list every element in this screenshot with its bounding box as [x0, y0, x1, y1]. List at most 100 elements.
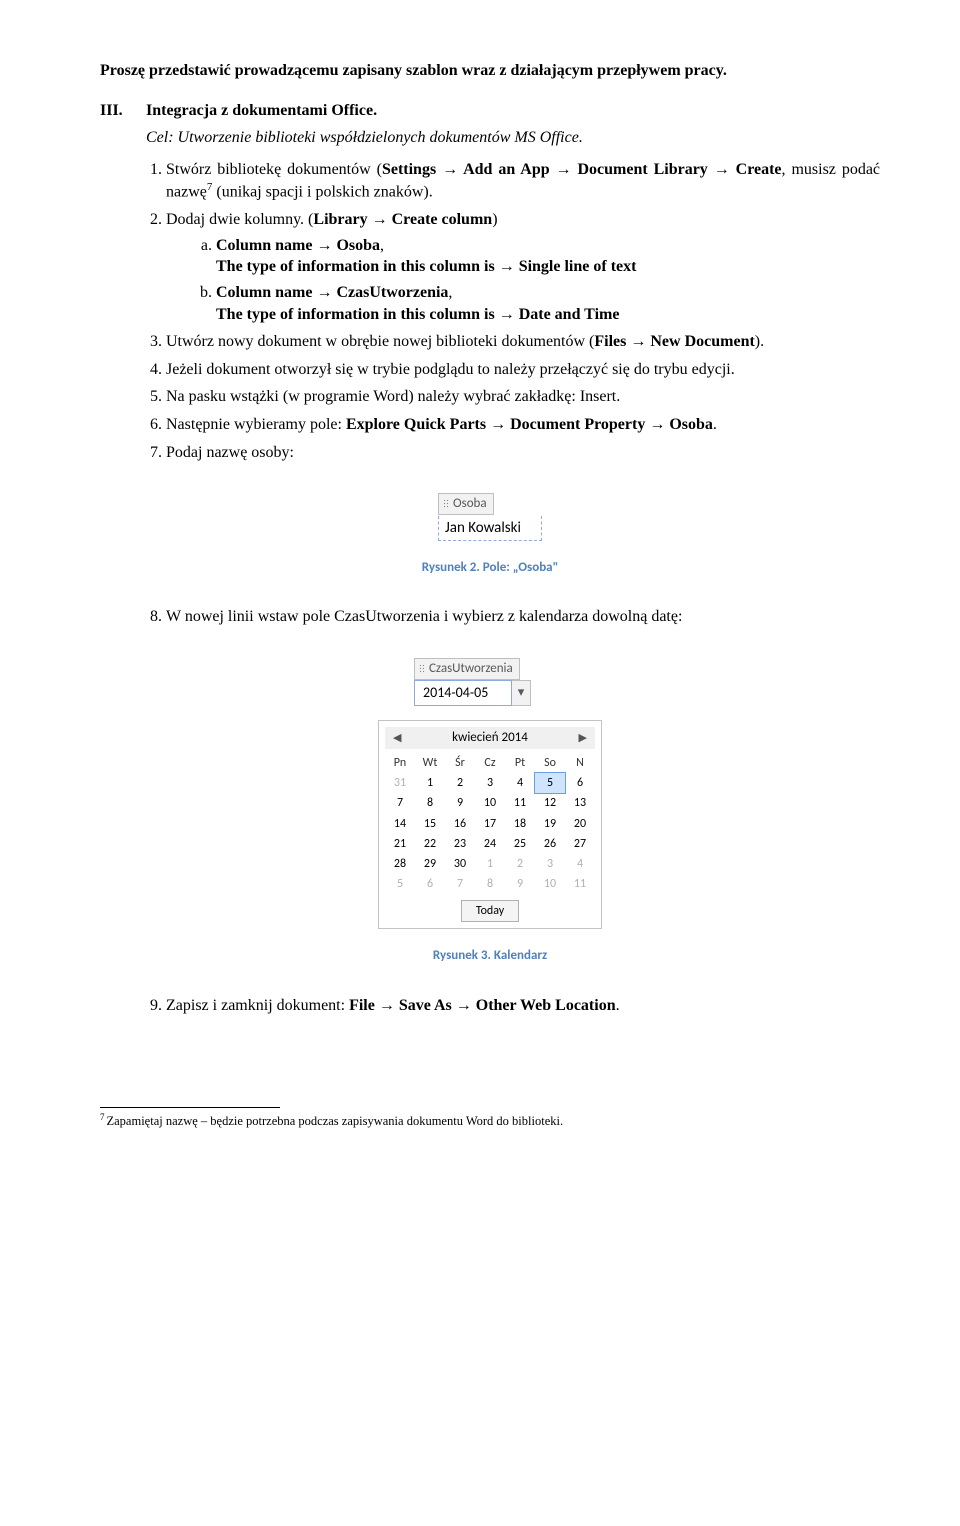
steps-list-cont: W nowej linii wstaw pole CzasUtworzenia … [146, 606, 880, 628]
text: . [616, 997, 620, 1014]
dow: N [565, 753, 595, 773]
calendar-day[interactable]: 8 [475, 874, 505, 894]
steps-list-cont2: Zapisz i zamknij dokument: File → Save A… [146, 995, 880, 1017]
grip-icon [419, 664, 425, 674]
dow: Śr [445, 753, 475, 773]
step-5: Na pasku wstążki (w programie Word) nale… [166, 386, 880, 408]
calendar-day[interactable]: 3 [475, 773, 505, 793]
dow: Cz [475, 753, 505, 773]
text-bold: Settings → Add an App → Document Library… [382, 161, 782, 178]
prev-month-button[interactable]: ◀ [389, 731, 405, 746]
footnote: 7Zapamiętaj nazwę – będzie potrzebna pod… [100, 1112, 880, 1129]
field-tag-label: CzasUtworzenia [429, 660, 513, 678]
calendar-day[interactable]: 24 [475, 834, 505, 854]
calendar-day[interactable]: 11 [505, 793, 535, 813]
calendar-day[interactable]: 4 [505, 773, 535, 793]
text-bold: Library → Create column [313, 211, 492, 228]
text: (unikaj spacji i polskich znaków). [212, 184, 432, 201]
next-month-button[interactable]: ▶ [575, 731, 591, 746]
step-7: Podaj nazwę osoby: [166, 442, 880, 464]
calendar-day[interactable]: 3 [535, 854, 565, 874]
calendar-day[interactable]: 9 [505, 874, 535, 894]
field-tag-osoba: Osoba [438, 493, 494, 515]
text-bold: File → Save As → Other Web Location [349, 997, 616, 1014]
text-bold: The type of information in this column i… [216, 258, 636, 275]
text-bold: Column name → CzasUtworzenia [216, 284, 448, 301]
step-6: Następnie wybieramy pole: Explore Quick … [166, 414, 880, 436]
section-heading: III. Integracja z dokumentami Office. [100, 100, 880, 122]
calendar-day[interactable]: 7 [445, 874, 475, 894]
footnote-text: Zapamiętaj nazwę – będzie potrzebna podc… [107, 1114, 564, 1128]
text: Stwórz bibliotekę dokumentów ( [166, 161, 382, 178]
today-button[interactable]: Today [461, 900, 519, 922]
grip-icon [443, 499, 449, 509]
section-goal: Cel: Utworzenie biblioteki współdzielony… [146, 127, 880, 149]
calendar-day[interactable]: 29 [415, 854, 445, 874]
calendar-day[interactable]: 1 [415, 773, 445, 793]
calendar-day[interactable]: 13 [565, 793, 595, 813]
text: , [448, 284, 452, 301]
calendar-day[interactable]: 1 [475, 854, 505, 874]
calendar-month-label: kwiecień 2014 [452, 729, 528, 747]
calendar-day[interactable]: 2 [445, 773, 475, 793]
calendar-day[interactable]: 17 [475, 814, 505, 834]
calendar-day[interactable]: 18 [505, 814, 535, 834]
calendar-day[interactable]: 31 [385, 773, 415, 793]
calendar-day-selected[interactable]: 5 [535, 773, 565, 793]
calendar-day[interactable]: 12 [535, 793, 565, 813]
field-tag-label: Osoba [453, 495, 487, 513]
figure-caption: Rysunek 2. Pole: „Osoba" [100, 559, 880, 577]
calendar-day[interactable]: 25 [505, 834, 535, 854]
calendar-day[interactable]: 15 [415, 814, 445, 834]
calendar-day[interactable]: 22 [415, 834, 445, 854]
dow: Pn [385, 753, 415, 773]
step-3: Utwórz nowy dokument w obrębie nowej bib… [166, 331, 880, 353]
calendar-day[interactable]: 26 [535, 834, 565, 854]
calendar-day[interactable]: 9 [445, 793, 475, 813]
figure-calendar: CzasUtworzenia 2014-04-05 ▾ ◀ kwiecień 2… [100, 658, 880, 965]
calendar-day[interactable]: 6 [565, 773, 595, 793]
figure-osoba: Osoba Jan Kowalski Rysunek 2. Pole: „Oso… [100, 493, 880, 576]
calendar-day[interactable]: 20 [565, 814, 595, 834]
text: ) [492, 211, 497, 228]
field-tag-czas: CzasUtworzenia [414, 658, 520, 680]
calendar-day[interactable]: 23 [445, 834, 475, 854]
figure-caption: Rysunek 3. Kalendarz [100, 947, 880, 965]
field-value-osoba[interactable]: Jan Kowalski [438, 516, 542, 541]
calendar-day[interactable]: 10 [475, 793, 505, 813]
substeps: Column name → Osoba, The type of informa… [196, 235, 880, 325]
section-title: Integracja z dokumentami Office. [146, 100, 377, 122]
calendar-popup: ◀ kwiecień 2014 ▶ Pn Wt Śr Cz Pt So N [378, 720, 602, 929]
text: Zapisz i zamknij dokument: [166, 997, 349, 1014]
intro-paragraph: Proszę przedstawić prowadzącemu zapisany… [100, 60, 880, 82]
calendar-day[interactable]: 19 [535, 814, 565, 834]
footnote-separator [100, 1107, 280, 1108]
text: Następnie wybieramy pole: [166, 416, 346, 433]
calendar-day[interactable]: 10 [535, 874, 565, 894]
calendar-day[interactable]: 27 [565, 834, 595, 854]
footnote-number: 7 [100, 1112, 105, 1122]
calendar-day[interactable]: 14 [385, 814, 415, 834]
calendar-day[interactable]: 30 [445, 854, 475, 874]
step-1: Stwórz bibliotekę dokumentów (Settings →… [166, 159, 880, 204]
calendar-day[interactable]: 6 [415, 874, 445, 894]
dow: Pt [505, 753, 535, 773]
text-bold: Explore Quick Parts → Document Property … [346, 416, 713, 433]
text: , [380, 237, 384, 254]
calendar-day[interactable]: 28 [385, 854, 415, 874]
calendar-day[interactable]: 21 [385, 834, 415, 854]
dow: So [535, 753, 565, 773]
calendar-day[interactable]: 8 [415, 793, 445, 813]
chevron-down-icon: ▾ [518, 684, 525, 702]
calendar-day[interactable]: 5 [385, 874, 415, 894]
calendar-day[interactable]: 16 [445, 814, 475, 834]
calendar-day[interactable]: 4 [565, 854, 595, 874]
calendar-day[interactable]: 7 [385, 793, 415, 813]
step-8: W nowej linii wstaw pole CzasUtworzenia … [166, 606, 880, 628]
calendar-day[interactable]: 11 [565, 874, 595, 894]
text: ). [755, 333, 764, 350]
calendar-day[interactable]: 2 [505, 854, 535, 874]
field-value-czas[interactable]: 2014-04-05 [414, 680, 512, 707]
dropdown-button[interactable]: ▾ [512, 680, 531, 707]
text-bold: Column name → Osoba [216, 237, 380, 254]
